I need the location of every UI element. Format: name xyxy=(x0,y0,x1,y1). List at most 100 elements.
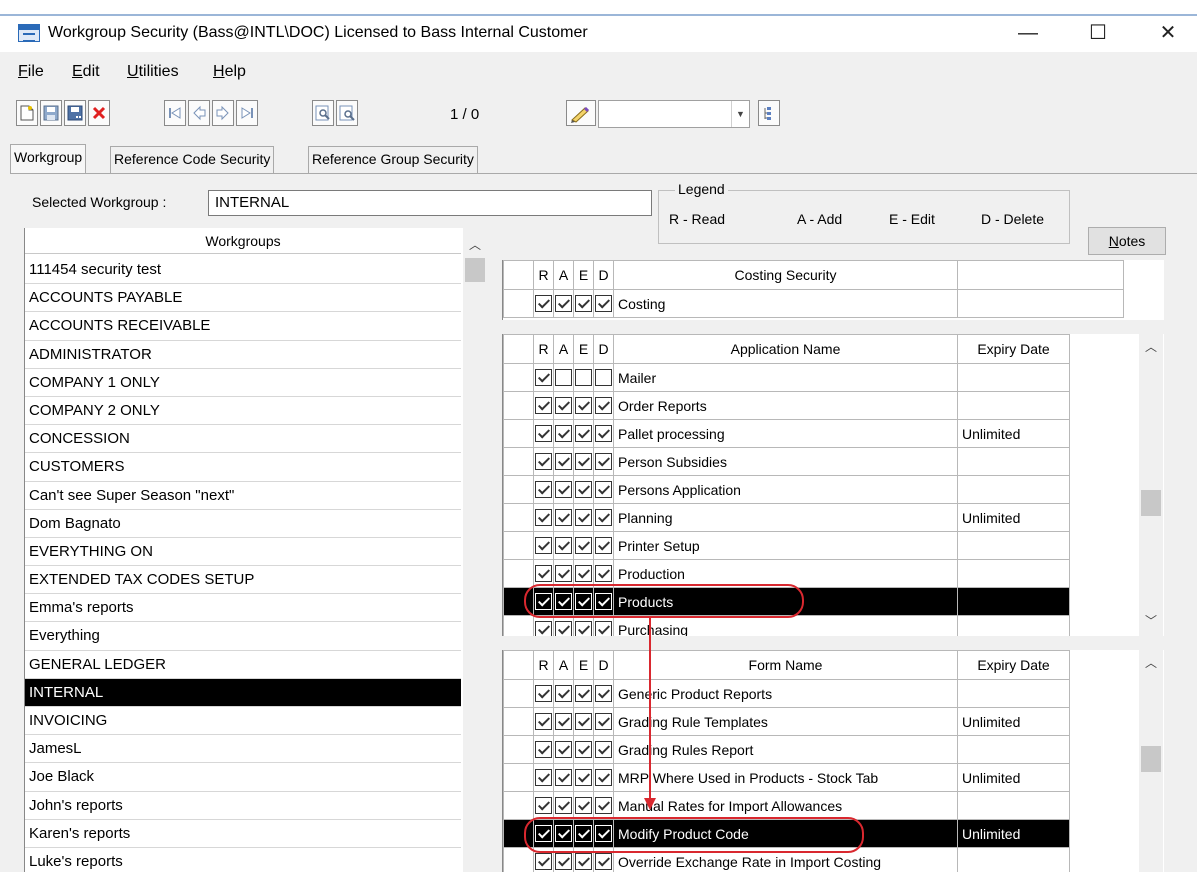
permission-checkbox-cell[interactable] xyxy=(553,289,574,318)
applications-scroll-thumb[interactable] xyxy=(1141,490,1161,516)
permission-checkbox-cell[interactable] xyxy=(593,447,614,476)
table-row[interactable]: Order Reports xyxy=(503,391,1070,420)
permission-checkbox-cell[interactable] xyxy=(573,847,594,872)
permission-checkbox-cell[interactable] xyxy=(533,475,554,504)
permission-checkbox-cell[interactable] xyxy=(533,791,554,820)
checked-checkbox-icon[interactable] xyxy=(555,685,572,703)
permission-checkbox-cell[interactable] xyxy=(593,707,614,736)
checked-checkbox-icon[interactable] xyxy=(595,685,612,703)
checked-checkbox-icon[interactable] xyxy=(555,453,572,471)
workgroup-list-item[interactable]: Can't see Super Season "next" xyxy=(25,482,461,510)
row-indicator[interactable] xyxy=(503,847,534,872)
checked-checkbox-icon[interactable] xyxy=(575,565,592,583)
permission-checkbox-cell[interactable] xyxy=(593,819,614,848)
permission-checkbox-cell[interactable] xyxy=(553,679,574,708)
checked-checkbox-icon[interactable] xyxy=(595,825,612,843)
checked-checkbox-icon[interactable] xyxy=(595,565,612,583)
find-next-button[interactable] xyxy=(336,100,358,126)
table-row[interactable]: Costing xyxy=(503,289,1124,318)
checked-checkbox-icon[interactable] xyxy=(595,481,612,499)
permission-checkbox-cell[interactable] xyxy=(573,707,594,736)
forms-scrollbar[interactable]: ︿ xyxy=(1139,650,1163,872)
permission-checkbox-cell[interactable] xyxy=(533,735,554,764)
title-bar[interactable]: Workgroup Security (Bass@INTL\DOC) Licen… xyxy=(0,16,1197,52)
unchecked-checkbox-icon[interactable] xyxy=(555,369,572,387)
permission-checkbox-cell[interactable] xyxy=(553,503,574,532)
workgroup-list-item[interactable]: COMPANY 1 ONLY xyxy=(25,369,461,397)
edit-mode-button[interactable] xyxy=(566,100,596,126)
checked-checkbox-icon[interactable] xyxy=(535,797,552,815)
checked-checkbox-icon[interactable] xyxy=(595,295,612,313)
permission-checkbox-cell[interactable] xyxy=(593,763,614,792)
checked-checkbox-icon[interactable] xyxy=(575,509,592,527)
scroll-down-icon[interactable]: ﹀ xyxy=(1139,612,1163,629)
checked-checkbox-icon[interactable] xyxy=(535,425,552,443)
permission-checkbox-cell[interactable] xyxy=(593,363,614,392)
table-row[interactable]: Person Subsidies xyxy=(503,447,1070,476)
delete-button[interactable] xyxy=(88,100,110,126)
checked-checkbox-icon[interactable] xyxy=(575,797,592,815)
permission-checkbox-cell[interactable] xyxy=(553,363,574,392)
table-row[interactable]: Grading Rule Templates Unlimited xyxy=(503,707,1070,736)
menu-utilities[interactable]: Utilities xyxy=(127,63,179,81)
workgroup-list-item[interactable]: GENERAL LEDGER xyxy=(25,651,461,679)
menu-file[interactable]: File xyxy=(18,63,44,81)
checked-checkbox-icon[interactable] xyxy=(575,685,592,703)
table-row[interactable]: Persons Application xyxy=(503,475,1070,504)
checked-checkbox-icon[interactable] xyxy=(575,741,592,759)
checked-checkbox-icon[interactable] xyxy=(575,295,592,313)
workgroup-list-item[interactable]: JamesL xyxy=(25,735,461,764)
checked-checkbox-icon[interactable] xyxy=(595,453,612,471)
save-button[interactable] xyxy=(40,100,62,126)
permission-checkbox-cell[interactable] xyxy=(533,447,554,476)
permission-checkbox-cell[interactable] xyxy=(593,391,614,420)
table-row[interactable]: Pallet processing Unlimited xyxy=(503,419,1070,448)
tab-reference-group-security[interactable]: Reference Group Security xyxy=(308,146,478,174)
permission-checkbox-cell[interactable] xyxy=(533,531,554,560)
checked-checkbox-icon[interactable] xyxy=(555,741,572,759)
company-combo[interactable]: ▼ xyxy=(598,100,750,128)
checked-checkbox-icon[interactable] xyxy=(535,769,552,787)
checked-checkbox-icon[interactable] xyxy=(575,453,592,471)
permission-checkbox-cell[interactable] xyxy=(573,503,594,532)
permission-checkbox-cell[interactable] xyxy=(553,819,574,848)
checked-checkbox-icon[interactable] xyxy=(535,369,552,387)
workgroup-list-item[interactable]: 111454 security test xyxy=(25,256,461,285)
row-indicator[interactable] xyxy=(503,531,534,560)
checked-checkbox-icon[interactable] xyxy=(555,425,572,443)
previous-record-button[interactable] xyxy=(188,100,210,126)
permission-checkbox-cell[interactable] xyxy=(533,391,554,420)
permission-checkbox-cell[interactable] xyxy=(573,735,594,764)
workgroup-list-item[interactable]: COMPANY 2 ONLY xyxy=(25,397,461,426)
checked-checkbox-icon[interactable] xyxy=(555,825,572,843)
table-row[interactable]: Grading Rules Report xyxy=(503,735,1070,764)
checked-checkbox-icon[interactable] xyxy=(535,741,552,759)
selected-workgroup-field[interactable]: INTERNAL xyxy=(208,190,652,216)
close-button[interactable]: ✕ xyxy=(1148,18,1188,48)
permission-checkbox-cell[interactable] xyxy=(533,819,554,848)
last-record-button[interactable] xyxy=(236,100,258,126)
checked-checkbox-icon[interactable] xyxy=(575,425,592,443)
checked-checkbox-icon[interactable] xyxy=(555,853,572,871)
permission-checkbox-cell[interactable] xyxy=(573,289,594,318)
permission-checkbox-cell[interactable] xyxy=(573,679,594,708)
permission-checkbox-cell[interactable] xyxy=(533,615,554,636)
checked-checkbox-icon[interactable] xyxy=(535,593,552,611)
workgroup-list-item[interactable]: John's reports xyxy=(25,792,461,820)
checked-checkbox-icon[interactable] xyxy=(555,713,572,731)
table-row[interactable]: Manual Rates for Import Allowances xyxy=(503,791,1070,820)
checked-checkbox-icon[interactable] xyxy=(595,853,612,871)
row-indicator[interactable] xyxy=(503,475,534,504)
checked-checkbox-icon[interactable] xyxy=(555,295,572,313)
scroll-up-icon[interactable]: ︿ xyxy=(1139,338,1163,355)
permission-checkbox-cell[interactable] xyxy=(553,391,574,420)
checked-checkbox-icon[interactable] xyxy=(535,713,552,731)
scroll-up-icon[interactable]: ︿ xyxy=(463,236,486,253)
permission-checkbox-cell[interactable] xyxy=(533,707,554,736)
forms-scroll-thumb[interactable] xyxy=(1141,746,1161,772)
checked-checkbox-icon[interactable] xyxy=(575,825,592,843)
workgroup-list-item[interactable]: Everything xyxy=(25,622,461,651)
checked-checkbox-icon[interactable] xyxy=(535,825,552,843)
checked-checkbox-icon[interactable] xyxy=(555,621,572,636)
checked-checkbox-icon[interactable] xyxy=(535,509,552,527)
